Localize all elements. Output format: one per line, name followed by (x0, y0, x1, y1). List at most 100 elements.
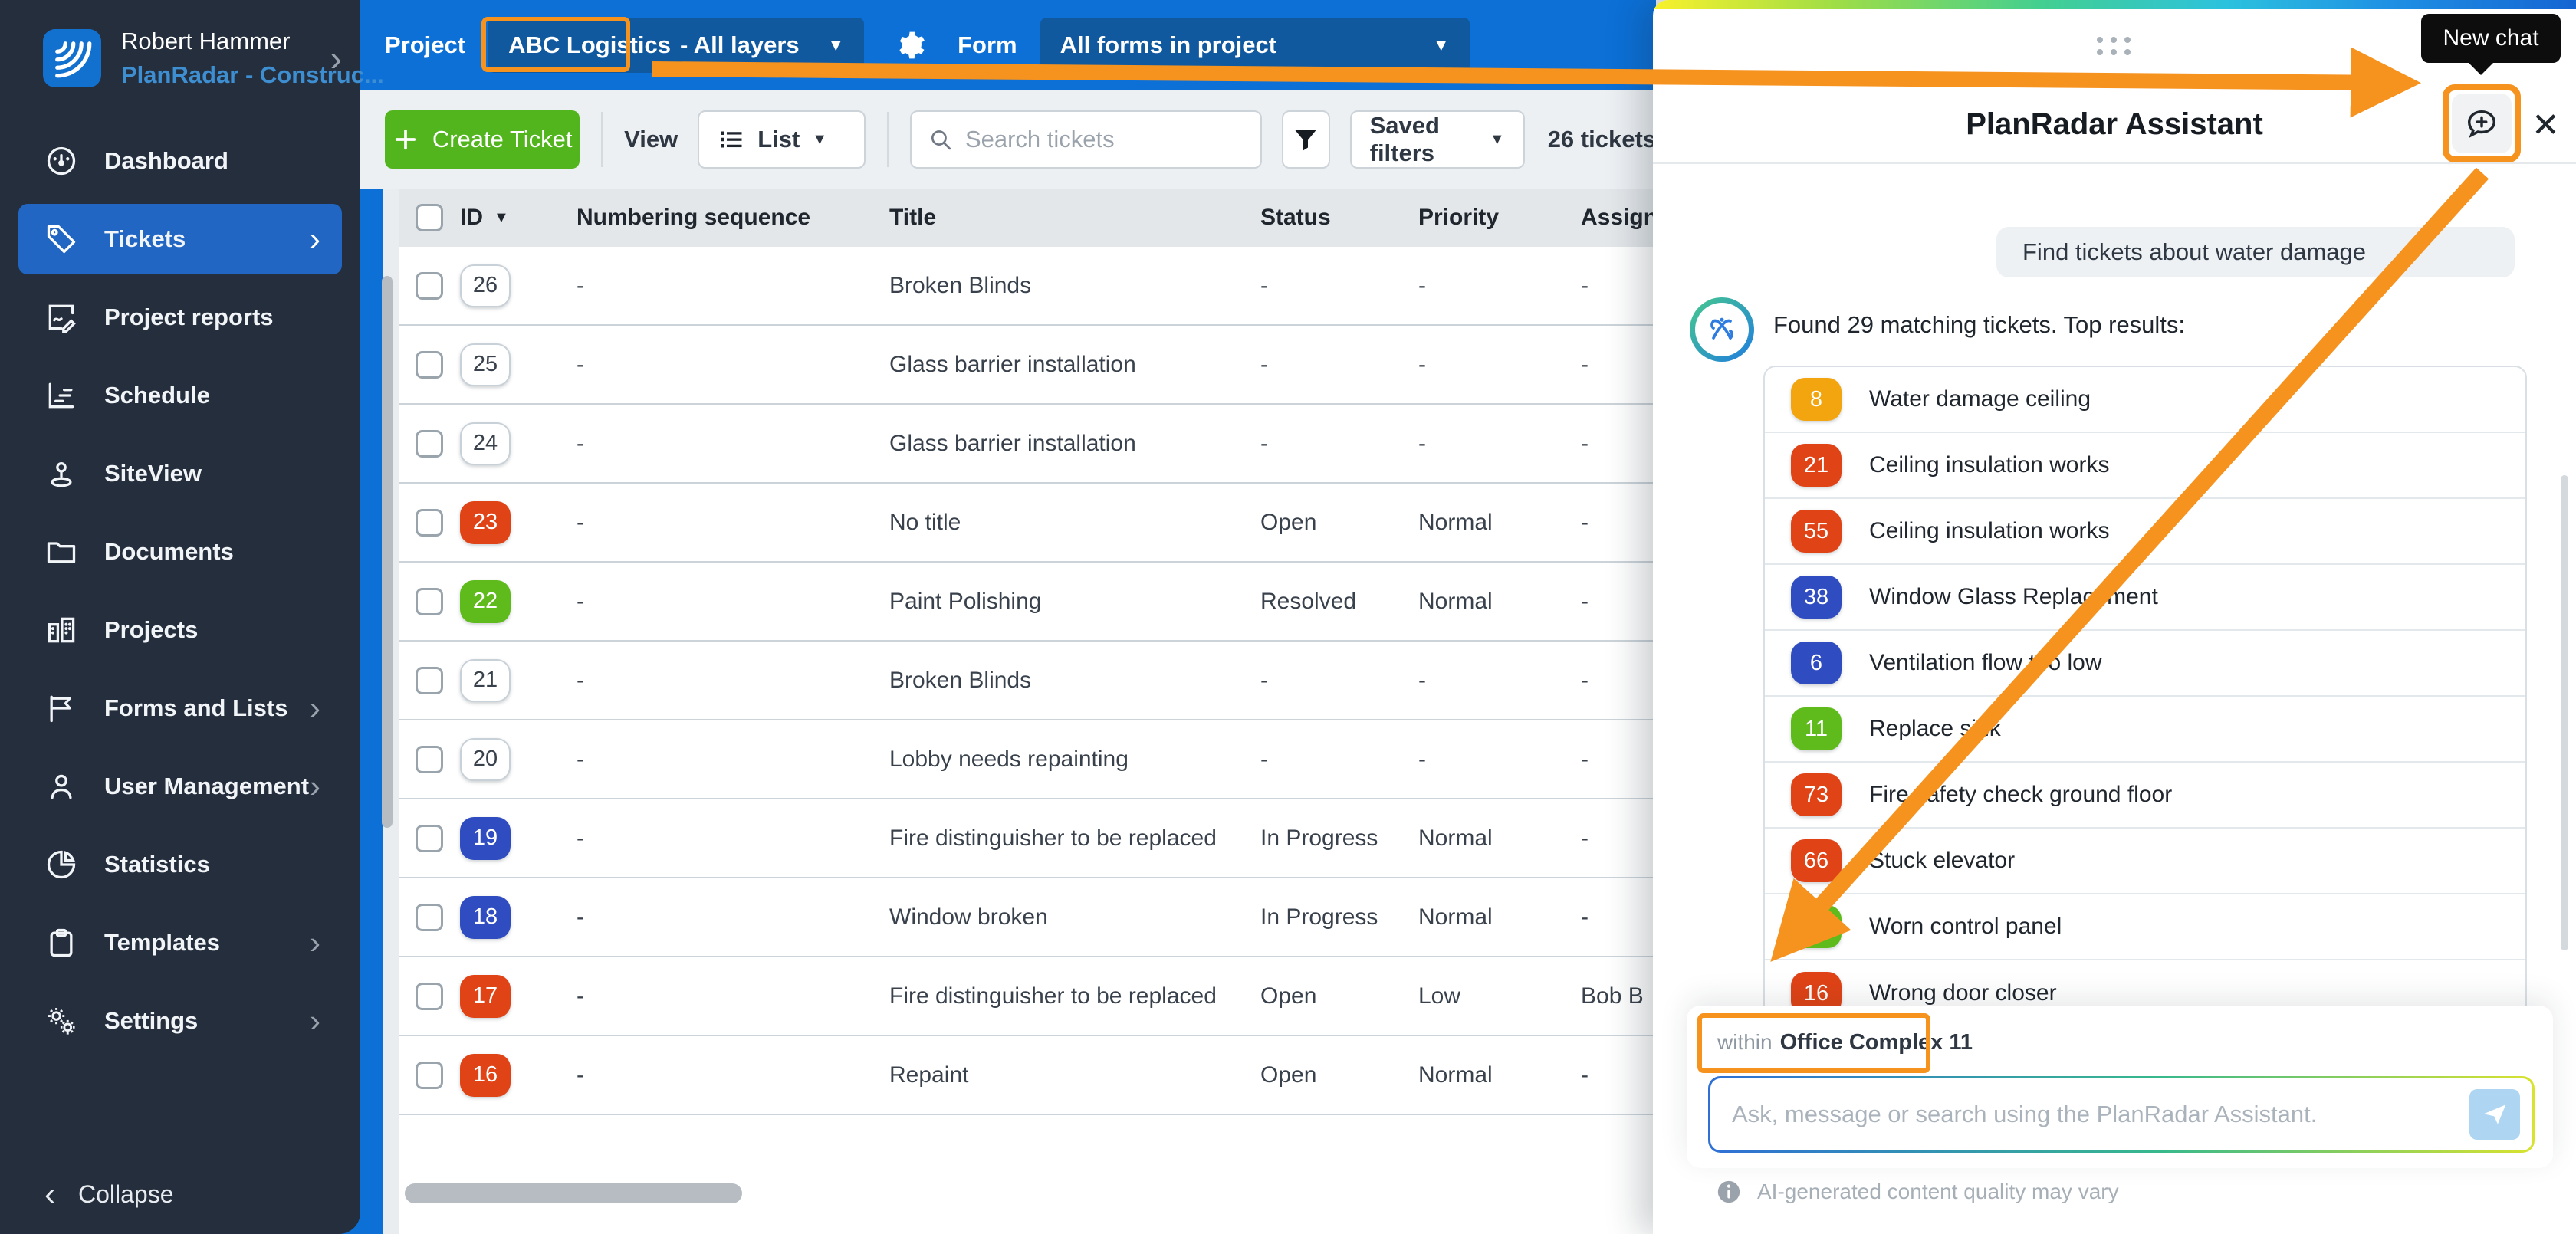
sidebar-nav: Dashboard › Tickets › Project reports › … (0, 126, 360, 1056)
ticket-id-badge: 20 (460, 737, 511, 781)
chevron-left-icon: ‹ (44, 1176, 55, 1212)
view-select[interactable]: List ▼ (698, 110, 866, 169)
ticket-id-badge: 18 (460, 895, 511, 939)
cell-numbering: - (577, 904, 584, 930)
table-row[interactable]: 25 - Glass barrier installation - - - (399, 326, 1733, 405)
filter-button[interactable] (1281, 110, 1330, 169)
sidebar-item[interactable]: Schedule › (18, 360, 342, 431)
table-row[interactable]: 19 - Fire distinguisher to be replaced I… (399, 799, 1733, 878)
sidebar-item[interactable]: Settings › (18, 986, 342, 1056)
assistant-footer: AI-generated content quality may vary (1716, 1179, 2119, 1205)
sidebar-item-label: Dashboard (104, 147, 228, 174)
result-row[interactable]: 55 Ceiling insulation works (1765, 499, 2525, 565)
view-value: List (757, 126, 800, 153)
search-input[interactable] (964, 126, 1244, 153)
cell-status: Resolved (1260, 588, 1357, 614)
table-row[interactable]: 24 - Glass barrier installation - - - (399, 405, 1733, 484)
context-chip[interactable]: within Office Complex 11 (1717, 1030, 1973, 1055)
new-chat-button[interactable] (2452, 94, 2512, 153)
cell-numbering: - (577, 509, 584, 535)
result-row[interactable]: 38 Window Glass Replacement (1765, 565, 2525, 631)
row-checkbox[interactable] (416, 824, 443, 852)
result-row[interactable]: 11 Replace sink (1765, 697, 2525, 763)
sidebar-item[interactable]: Projects › (18, 595, 342, 665)
project-select[interactable]: ABC Logistics - All layers ▼ (488, 18, 865, 73)
row-checkbox[interactable] (416, 350, 443, 379)
sidebar-item[interactable]: Tickets › (18, 204, 342, 274)
result-row[interactable]: 21 Ceiling insulation works (1765, 433, 2525, 499)
result-row[interactable]: 6 Ventilation flow too low (1765, 631, 2525, 697)
result-row[interactable]: 4 Worn control panel (1765, 894, 2525, 960)
assistant-input[interactable] (1732, 1101, 2469, 1128)
sidebar-item-icon (44, 926, 78, 960)
col-id[interactable]: ID (460, 205, 483, 231)
row-checkbox[interactable] (416, 587, 443, 615)
cell-priority: - (1418, 430, 1426, 456)
row-checkbox[interactable] (416, 982, 443, 1010)
sort-desc-icon[interactable]: ▼ (494, 209, 509, 227)
ticket-id-badge: 24 (460, 422, 511, 465)
saved-filters-select[interactable]: Saved filters ▼ (1349, 110, 1525, 169)
sidebar-item[interactable]: User Management › (18, 751, 342, 822)
result-row[interactable]: 73 Fire safety check ground floor (1765, 763, 2525, 829)
account-switcher[interactable]: Robert Hammer PlanRadar - Construc... › (0, 0, 384, 112)
vertical-scrollbar[interactable] (382, 276, 393, 828)
row-checkbox[interactable] (416, 271, 443, 300)
sidebar-item[interactable]: Statistics › (18, 829, 342, 900)
panel-scrollbar[interactable] (2561, 475, 2568, 950)
sidebar-item[interactable]: SiteView › (18, 438, 342, 509)
horizontal-scrollbar[interactable] (405, 1183, 742, 1203)
search-tickets-box[interactable] (910, 110, 1262, 169)
form-select[interactable]: All forms in project ▼ (1040, 18, 1470, 73)
row-checkbox[interactable] (416, 508, 443, 537)
sidebar-item[interactable]: Documents › (18, 517, 342, 587)
project-suffix: - All layers (679, 31, 800, 58)
table-row[interactable]: 16 - Repaint Open Normal - (399, 1036, 1733, 1115)
cell-title: Repaint (889, 1062, 969, 1088)
sidebar-item-icon (44, 222, 78, 256)
row-checkbox[interactable] (416, 1061, 443, 1089)
table-row[interactable]: 17 - Fire distinguisher to be replaced O… (399, 957, 1733, 1036)
table-row[interactable]: 20 - Lobby needs repainting - - - (399, 720, 1733, 799)
table-row[interactable]: 26 - Broken Blinds - - - (399, 247, 1733, 326)
send-button[interactable] (2469, 1089, 2520, 1140)
assistant-avatar (1690, 297, 1754, 362)
result-id-badge: 38 (1791, 576, 1842, 619)
row-checkbox[interactable] (416, 666, 443, 694)
col-status[interactable]: Status (1260, 205, 1418, 231)
cell-numbering: - (577, 430, 584, 456)
chevron-right-icon: › (330, 38, 342, 78)
cell-priority: - (1418, 667, 1426, 693)
close-panel-icon[interactable]: ✕ (2532, 106, 2560, 145)
project-name: ABC Logistics (508, 31, 671, 58)
sidebar-item-icon (44, 457, 78, 491)
table-row[interactable]: 18 - Window broken In Progress Normal - (399, 878, 1733, 957)
sidebar-item[interactable]: Forms and Lists › (18, 673, 342, 743)
row-checkbox[interactable] (416, 745, 443, 773)
sidebar-item[interactable]: Project reports › (18, 282, 342, 353)
result-row[interactable]: 66 Stuck elevator (1765, 829, 2525, 894)
col-numbering[interactable]: Numbering sequence (577, 205, 889, 231)
table-row[interactable]: 22 - Paint Polishing Resolved Normal - (399, 563, 1733, 642)
result-title: Ceiling insulation works (1869, 452, 2110, 478)
row-checkbox[interactable] (416, 903, 443, 931)
collapse-button[interactable]: ‹ Collapse (44, 1176, 174, 1213)
table-row[interactable]: 23 - No title Open Normal - (399, 484, 1733, 563)
collapse-label: Collapse (78, 1180, 174, 1208)
cell-title: Window broken (889, 904, 1048, 930)
sidebar-item[interactable]: Dashboard › (18, 126, 342, 196)
select-all-checkbox[interactable] (416, 204, 443, 231)
col-priority[interactable]: Priority (1418, 205, 1581, 231)
chevron-right-icon: › (310, 1003, 320, 1039)
create-ticket-button[interactable]: Create Ticket (385, 110, 580, 169)
row-checkbox[interactable] (416, 429, 443, 458)
project-settings-gear-icon[interactable] (892, 25, 932, 65)
user-message-bubble: Find tickets about water damage (1996, 227, 2515, 277)
col-title[interactable]: Title (889, 205, 1260, 231)
sidebar-item[interactable]: Templates › (18, 907, 342, 978)
sidebar-item-icon (44, 535, 78, 569)
drag-handle[interactable] (2097, 37, 2132, 55)
funnel-icon (1295, 130, 1316, 151)
table-row[interactable]: 21 - Broken Blinds - - - (399, 642, 1733, 720)
result-row[interactable]: 8 Water damage ceiling (1765, 367, 2525, 433)
